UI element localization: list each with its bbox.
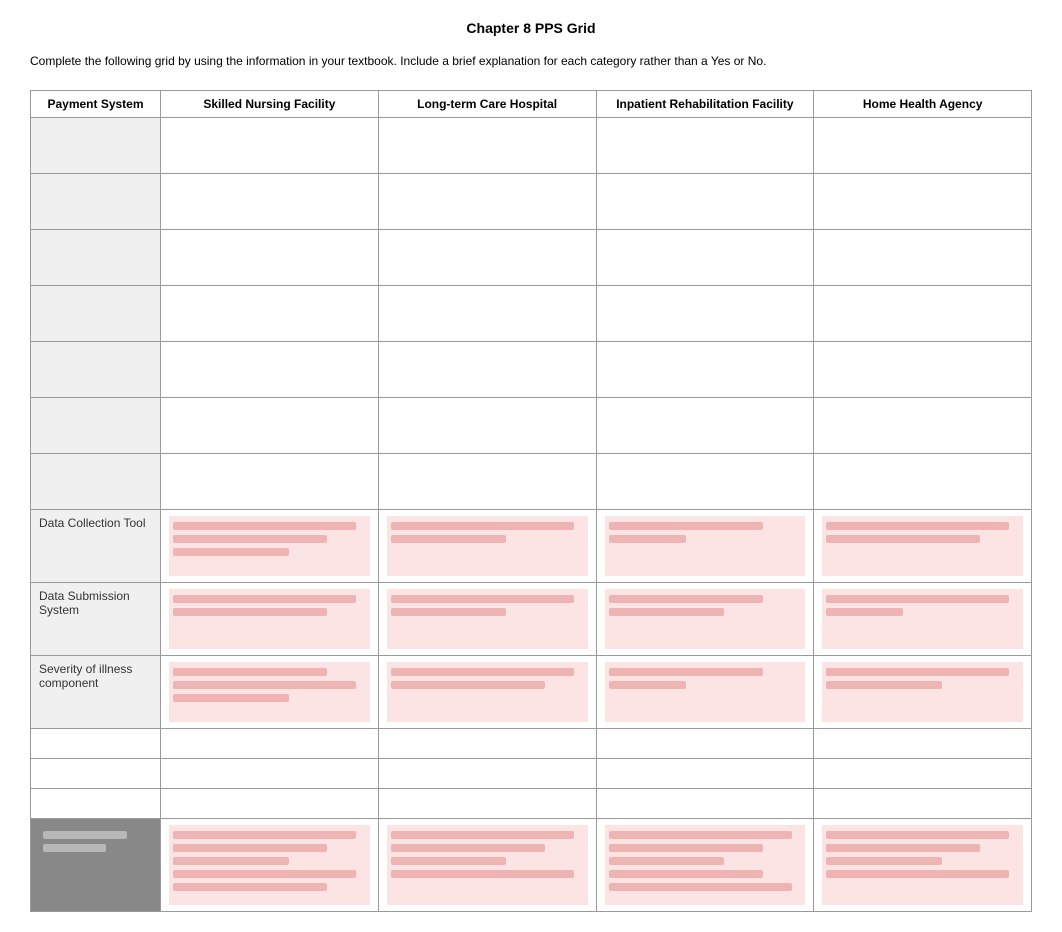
empty-row-2-ltch[interactable] [378,174,596,230]
cell-dss-hha[interactable] [814,583,1032,656]
pps-grid-table: Payment System Skilled Nursing Facility … [30,90,1032,912]
empty-row-7-hha[interactable] [814,454,1032,510]
col-header-payment-system: Payment System [31,91,161,118]
cell-dct-ltch[interactable] [378,510,596,583]
empty-row-3-snf[interactable] [161,230,379,286]
cell-soi-irf[interactable] [596,656,814,729]
cell-dct-hha[interactable] [814,510,1032,583]
empty-row-6-hha[interactable] [814,398,1032,454]
empty-row-4-ltch[interactable] [378,286,596,342]
col-header-irf: Inpatient Rehabilitation Facility [596,91,814,118]
row-label-bottom-dark [31,819,161,912]
empty-row-5-hha[interactable] [814,342,1032,398]
empty-row-5-ltch[interactable] [378,342,596,398]
empty-row-3-ltch[interactable] [378,230,596,286]
cell-bottom-hha[interactable] [814,819,1032,912]
empty-row-6-irf[interactable] [596,398,814,454]
empty-row-6-snf[interactable] [161,398,379,454]
page-title: Chapter 8 PPS Grid [30,20,1032,36]
empty-row-2-hha[interactable] [814,174,1032,230]
cell-soi-hha[interactable] [814,656,1032,729]
cell-dss-irf[interactable] [596,583,814,656]
row-label-data-collection: Data Collection Tool [31,510,161,583]
col-header-ltch: Long-term Care Hospital [378,91,596,118]
empty-row-3-irf[interactable] [596,230,814,286]
col-header-hha: Home Health Agency [814,91,1032,118]
spacer-row-1 [31,729,161,759]
row-data-collection-tool: Data Collection Tool [31,510,1032,583]
empty-row-4-hha[interactable] [814,286,1032,342]
empty-row-6-ltch[interactable] [378,398,596,454]
empty-row-4-label [31,286,161,342]
cell-dss-ltch[interactable] [378,583,596,656]
cell-bottom-ltch[interactable] [378,819,596,912]
empty-row-7-ltch[interactable] [378,454,596,510]
cell-dct-irf[interactable] [596,510,814,583]
empty-row-2-snf[interactable] [161,174,379,230]
cell-soi-ltch[interactable] [378,656,596,729]
empty-row-4-irf[interactable] [596,286,814,342]
empty-row-7-label [31,454,161,510]
col-header-snf: Skilled Nursing Facility [161,91,379,118]
empty-row-1-irf[interactable] [596,118,814,174]
empty-row-2-label [31,174,161,230]
empty-row-4-snf[interactable] [161,286,379,342]
empty-row-5-irf[interactable] [596,342,814,398]
spacer-row-2 [31,759,161,789]
empty-row-5-label [31,342,161,398]
empty-row-2-irf[interactable] [596,174,814,230]
empty-row-1-hha[interactable] [814,118,1032,174]
row-bottom-section [31,819,1032,912]
cell-bottom-snf[interactable] [161,819,379,912]
empty-row-3-label [31,230,161,286]
cell-soi-snf[interactable] [161,656,379,729]
empty-row-1-label [31,118,161,174]
empty-row-1-ltch[interactable] [378,118,596,174]
empty-row-5-snf[interactable] [161,342,379,398]
cell-dct-snf[interactable] [161,510,379,583]
row-label-data-submission: Data Submission System [31,583,161,656]
cell-dss-snf[interactable] [161,583,379,656]
row-severity-illness: Severity of illness component [31,656,1032,729]
row-label-severity: Severity of illness component [31,656,161,729]
cell-bottom-irf[interactable] [596,819,814,912]
empty-row-7-snf[interactable] [161,454,379,510]
instructions: Complete the following grid by using the… [30,52,1032,70]
empty-row-1-snf[interactable] [161,118,379,174]
empty-row-7-irf[interactable] [596,454,814,510]
empty-row-3-hha[interactable] [814,230,1032,286]
row-data-submission-system: Data Submission System [31,583,1032,656]
empty-row-6-label [31,398,161,454]
spacer-row-3 [31,789,161,819]
